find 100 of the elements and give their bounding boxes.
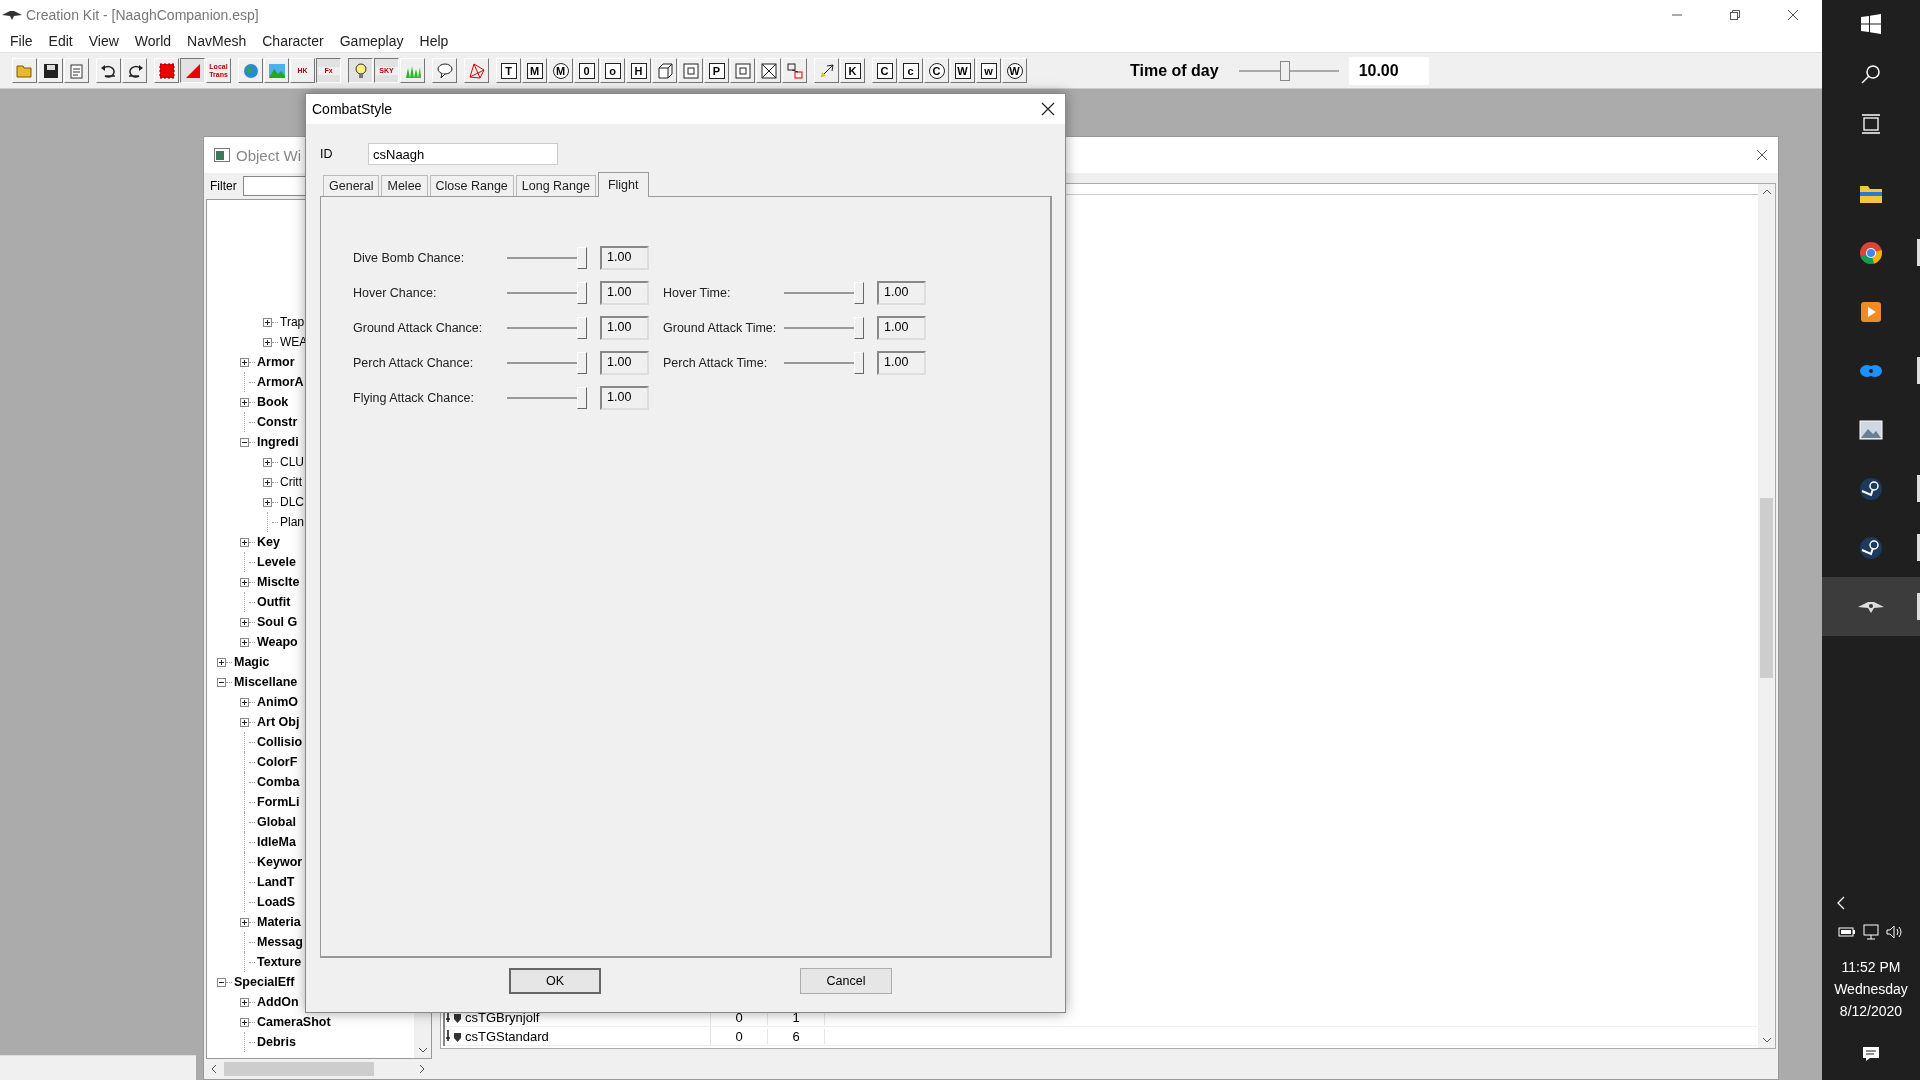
slider-thumb[interactable]	[1280, 60, 1290, 81]
expand-icon[interactable]	[240, 537, 249, 547]
notification-icon[interactable]	[1862, 1046, 1880, 1062]
collapse-icon[interactable]	[217, 677, 226, 687]
value-field[interactable]: 1.00	[600, 350, 649, 375]
tree-item[interactable]: Key	[257, 535, 280, 549]
tree-item[interactable]: FormLi	[257, 795, 300, 809]
tree-item[interactable]: Comba	[257, 775, 300, 789]
tree-item[interactable]: CLU	[280, 455, 304, 469]
expand-icon[interactable]	[240, 697, 249, 707]
tree-item[interactable]: Art Obj	[257, 715, 300, 729]
tab[interactable]: Long Range	[515, 175, 596, 196]
tab[interactable]: Close Range	[429, 175, 514, 196]
tree-item[interactable]: SpecialEff	[234, 975, 295, 989]
expand-icon[interactable]	[217, 657, 226, 667]
tree-item[interactable]: Miscellane	[234, 675, 298, 689]
tree-item[interactable]: DLC	[280, 495, 304, 509]
value-field[interactable]: 1.00	[600, 245, 649, 270]
tree-item[interactable]: LoadS	[257, 895, 296, 909]
tree-item[interactable]: Critt	[280, 475, 302, 489]
taskbar-app[interactable]	[1822, 577, 1920, 636]
menu-item[interactable]: Gameplay	[331, 33, 412, 49]
tree-item[interactable]: AnimO	[257, 695, 298, 709]
value-field[interactable]: 1.00	[877, 315, 926, 340]
menu-item[interactable]: Edit	[40, 33, 81, 49]
tree-item[interactable]: IdleMa	[257, 835, 296, 849]
tree-item[interactable]: Soul G	[257, 615, 298, 629]
network-icon[interactable]	[1862, 924, 1880, 940]
tree-item[interactable]: Trap	[280, 315, 305, 329]
tree-item[interactable]: Plan	[280, 515, 305, 529]
expand-icon[interactable]	[240, 617, 249, 627]
search-icon[interactable]	[1861, 64, 1881, 84]
scroll-bar[interactable]	[1758, 184, 1775, 1048]
expand-icon[interactable]	[263, 337, 272, 347]
value-field[interactable]: 1.00	[877, 350, 926, 375]
windows-logo-icon[interactable]	[1861, 14, 1881, 34]
menu-item[interactable]: File	[2, 33, 41, 49]
expand-icon[interactable]	[263, 497, 272, 507]
tree-item[interactable]: Collisio	[257, 735, 303, 749]
volume-icon[interactable]	[1886, 924, 1904, 940]
menu-item[interactable]: Help	[411, 33, 457, 49]
battery-icon[interactable]	[1838, 924, 1856, 938]
clock[interactable]: 11:52 PM Wednesday 8/12/2020	[1834, 956, 1908, 1022]
tree-item[interactable]: Constr	[257, 415, 298, 429]
value-field[interactable]: 1.00	[877, 280, 926, 305]
id-field[interactable]: csNaagh	[368, 143, 558, 165]
tree-item[interactable]: Ingredi	[257, 435, 299, 449]
expand-icon[interactable]	[240, 997, 249, 1007]
expand-icon[interactable]	[263, 477, 272, 487]
chevron-down-icon[interactable]	[417, 1046, 428, 1054]
menu-item[interactable]: View	[80, 33, 127, 49]
tree-item[interactable]: CameraShot	[257, 1015, 331, 1029]
tree-item[interactable]: ArmorA	[257, 375, 304, 389]
tab[interactable]: General	[323, 175, 380, 196]
dialog-button[interactable]: OK	[509, 968, 601, 994]
tree-item[interactable]: Keywor	[257, 855, 303, 869]
tree-item[interactable]: LandT	[257, 875, 295, 889]
tree-item[interactable]: Messag	[257, 935, 303, 949]
tree-item[interactable]: Debris	[257, 1035, 296, 1049]
chevron-down-icon[interactable]	[1761, 1036, 1772, 1044]
menu-item[interactable]: World	[126, 33, 180, 49]
tree-item[interactable]: ColorF	[257, 755, 298, 769]
close-icon[interactable]	[1756, 149, 1768, 161]
menu-item[interactable]: NavMesh	[179, 33, 255, 49]
expand-icon[interactable]	[240, 397, 249, 407]
menu-item[interactable]: Character	[254, 33, 332, 49]
expand-icon[interactable]	[240, 1017, 249, 1027]
tree-item[interactable]: Outfit	[257, 595, 291, 609]
tree-item[interactable]: Book	[257, 395, 289, 409]
tree-item[interactable]: Texture	[257, 955, 302, 969]
tree-item[interactable]: Armor	[257, 355, 295, 369]
expand-icon[interactable]	[263, 317, 272, 327]
tree-item[interactable]: Weapo	[257, 635, 298, 649]
expand-icon[interactable]	[240, 357, 249, 367]
tab[interactable]: Flight	[597, 172, 649, 197]
tree-item[interactable]: AddOn	[257, 995, 299, 1009]
task-view-icon[interactable]	[1861, 114, 1881, 134]
scroll-thumb[interactable]	[1760, 498, 1773, 679]
close-icon[interactable]	[1041, 102, 1055, 116]
chevron-left-icon[interactable]	[210, 1064, 218, 1074]
toolbar-button[interactable]	[348, 58, 373, 83]
tree-item[interactable]: Global	[257, 815, 296, 829]
collapse-icon[interactable]	[217, 977, 226, 987]
tree-item[interactable]: MiscIte	[257, 575, 300, 589]
expand-icon[interactable]	[263, 457, 272, 467]
tree-item[interactable]: Materia	[257, 915, 301, 929]
expand-icon[interactable]	[240, 577, 249, 587]
tree-item[interactable]: Magic	[234, 655, 270, 669]
dialog-button[interactable]: Cancel	[800, 968, 892, 994]
chevron-up-icon[interactable]	[1761, 188, 1772, 196]
value-field[interactable]: 1.00	[600, 385, 649, 410]
value-field[interactable]: 1.00	[600, 315, 649, 340]
collapse-icon[interactable]	[240, 437, 249, 447]
expand-icon[interactable]	[240, 637, 249, 647]
tab[interactable]: Melee	[381, 175, 428, 196]
expand-icon[interactable]	[240, 717, 249, 727]
value-field[interactable]: 1.00	[600, 280, 649, 305]
tree-item[interactable]: Levele	[257, 555, 296, 569]
expand-icon[interactable]	[240, 917, 249, 927]
chevron-right-icon[interactable]	[418, 1064, 426, 1074]
